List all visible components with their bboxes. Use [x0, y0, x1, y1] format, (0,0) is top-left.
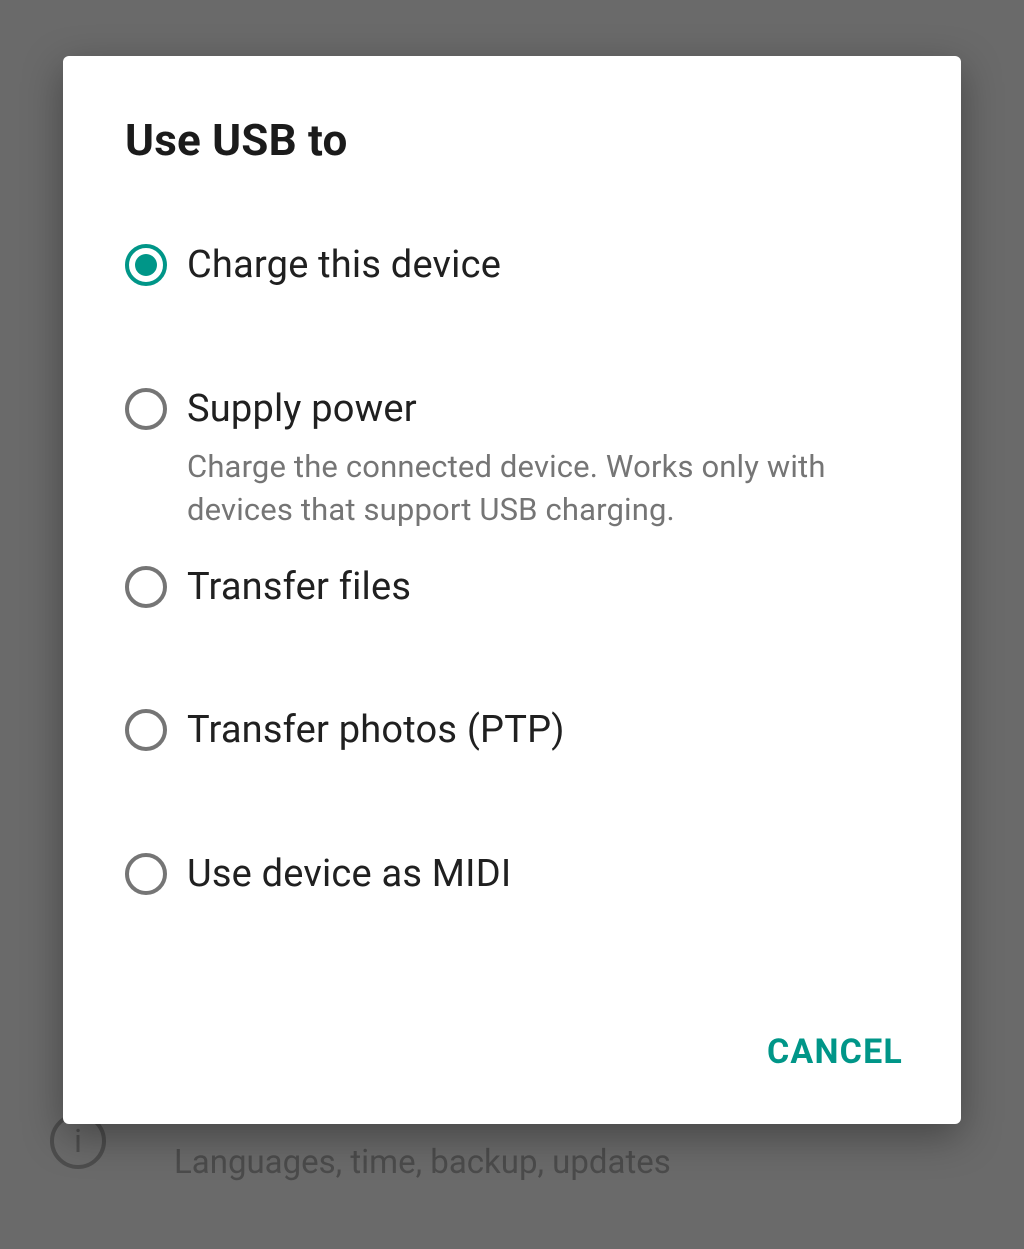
option-transfer-files[interactable]: Transfer files [125, 548, 899, 660]
cancel-button[interactable]: CANCEL [749, 1018, 921, 1086]
option-text: Use device as MIDI [187, 851, 899, 899]
radio-unselected-icon [125, 853, 167, 895]
option-transfer-photos[interactable]: Transfer photos (PTP) [125, 659, 899, 803]
dialog-title: Use USB to [63, 56, 961, 194]
option-label: Charge this device [187, 242, 899, 290]
option-text: Supply power Charge the connected device… [187, 386, 899, 532]
usb-dialog: Use USB to Charge this device Supply pow… [63, 56, 961, 1124]
radio-selected-icon [125, 244, 167, 286]
option-text: Charge this device [187, 242, 899, 290]
radio-unselected-icon [125, 566, 167, 608]
option-label: Supply power [187, 386, 899, 434]
option-subtitle: Charge the connected device. Works only … [187, 445, 899, 532]
option-use-device-midi[interactable]: Use device as MIDI [125, 803, 899, 947]
option-text: Transfer files [187, 564, 899, 612]
background-system-subtitle: Languages, time, backup, updates [174, 1143, 671, 1182]
option-charge-this-device[interactable]: Charge this device [125, 194, 899, 338]
option-label: Use device as MIDI [187, 851, 899, 899]
dialog-actions: CANCEL [63, 1000, 961, 1124]
radio-unselected-icon [125, 709, 167, 751]
option-label: Transfer files [187, 564, 899, 612]
option-label: Transfer photos (PTP) [187, 707, 899, 755]
radio-unselected-icon [125, 388, 167, 430]
options-list: Charge this device Supply power Charge t… [63, 194, 961, 1000]
option-text: Transfer photos (PTP) [187, 707, 899, 755]
option-supply-power[interactable]: Supply power Charge the connected device… [125, 338, 899, 548]
